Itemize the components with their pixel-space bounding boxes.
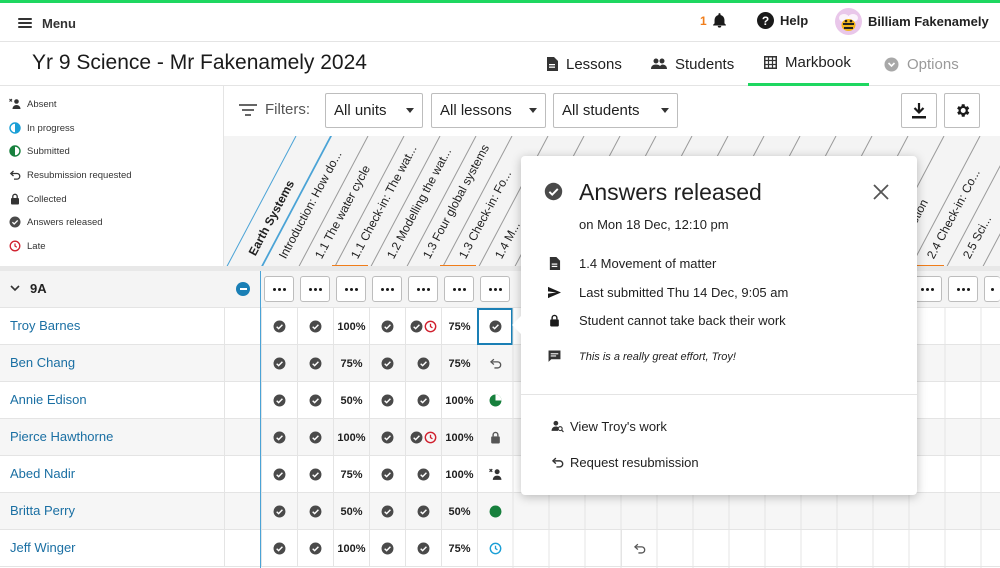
units-filter-select[interactable]: All units: [325, 93, 423, 128]
chevron-down-icon: [10, 285, 20, 292]
tab-options-label: Options: [907, 55, 959, 73]
comment-icon: [548, 350, 561, 362]
submission-detail-popover: Answers released on Mon 18 Dec, 12:10 pm…: [512, 156, 917, 495]
gear-icon: [956, 104, 969, 117]
legend-in-progress: In progress: [9, 120, 75, 136]
column-options-button[interactable]: [372, 276, 402, 302]
legend-late: Late: [9, 238, 46, 254]
lock-icon: [11, 193, 19, 205]
tab-students-label: Students: [675, 55, 735, 73]
chevron-down-icon: [406, 108, 414, 113]
column-options-button[interactable]: [948, 276, 978, 302]
legend-absent: Absent: [9, 96, 57, 112]
tab-markbook-label: Markbook: [785, 54, 851, 71]
tab-lessons-label: Lessons: [566, 55, 622, 73]
popover-divider: [521, 394, 917, 395]
legend-resubmission: Resubmission requested: [9, 167, 132, 183]
unit-divider: [260, 271, 261, 568]
column-options-button[interactable]: [984, 276, 1000, 302]
collapse-unit-button[interactable]: [236, 282, 250, 296]
popover-title: Answers released: [579, 179, 762, 205]
minus-icon: [239, 288, 247, 290]
hamburger-icon: [18, 18, 32, 28]
page-header: Yr 9 Science - Mr Fakenamely 2024 Lesson…: [0, 42, 1000, 86]
tab-markbook[interactable]: Markbook: [748, 42, 869, 86]
help-icon: ?: [757, 12, 774, 29]
user-menu[interactable]: Billiam Fakenamely: [835, 8, 989, 35]
document-icon: [547, 57, 558, 71]
in-progress-icon: [9, 122, 21, 134]
released-date: on Mon 18 Dec, 12:10 pm: [579, 217, 729, 232]
check-circle-icon: [9, 216, 21, 228]
popover-arrow: [512, 316, 521, 334]
column-options-button[interactable]: [480, 276, 510, 302]
class-name: 9A: [30, 281, 47, 296]
filters-label: Filters:: [239, 101, 310, 118]
view-work-link[interactable]: View Troy's work: [551, 419, 667, 434]
submitted-icon: [9, 145, 21, 157]
legend-answers-released: Answers released: [9, 214, 103, 230]
students-filter-select[interactable]: All students: [553, 93, 678, 128]
tab-lessons[interactable]: Lessons: [546, 42, 622, 86]
tab-options[interactable]: Options: [884, 42, 959, 86]
notification-count: 1: [700, 13, 707, 28]
column-options-button[interactable]: [444, 276, 474, 302]
class-toggle[interactable]: 9A: [10, 281, 47, 296]
notifications-button[interactable]: 1: [700, 12, 728, 29]
resubmit-icon: [551, 457, 564, 468]
lessons-filter-select[interactable]: All lessons: [431, 93, 546, 128]
column-options-button[interactable]: [264, 276, 294, 302]
menu-label: Menu: [42, 15, 76, 31]
lesson-line: 1.4 Movement of matter: [548, 256, 716, 271]
comment-line: This is a really great effort, Troy!: [548, 350, 736, 363]
submitted-line: Last submitted Thu 14 Dec, 9:05 am: [548, 285, 788, 300]
tab-students[interactable]: Students: [651, 42, 734, 86]
people-icon: [651, 58, 667, 69]
bell-icon: [712, 13, 726, 28]
teacher-comment: This is a really great effort, Troy!: [579, 350, 736, 363]
user-name: Billiam Fakenamely: [868, 14, 989, 29]
download-button[interactable]: [901, 93, 937, 128]
document-icon: [549, 257, 561, 270]
column-options-button[interactable]: [408, 276, 438, 302]
resubmit-icon: [9, 170, 21, 180]
person-search-icon: [551, 420, 564, 433]
menu-button[interactable]: Menu: [18, 12, 76, 34]
download-icon: [912, 102, 926, 118]
filter-icon: [239, 103, 257, 116]
column-options-button[interactable]: [336, 276, 366, 302]
request-resubmission-label: Request resubmission: [570, 455, 699, 470]
chevron-down-icon: [529, 108, 537, 113]
close-icon[interactable]: [872, 183, 890, 201]
filter-bar: Filters: All units All lessons All stude…: [224, 86, 1000, 136]
top-bar: Menu 1 ? Help Billiam Fakenamely: [0, 0, 1000, 42]
absent-icon: [9, 98, 21, 109]
last-submitted: Last submitted Thu 14 Dec, 9:05 am: [579, 285, 789, 300]
lock-icon: [550, 314, 559, 327]
column-options-button[interactable]: [300, 276, 330, 302]
late-clock-icon: [9, 240, 21, 252]
chevron-circle-icon: [884, 57, 899, 71]
legend-submitted: Submitted: [9, 143, 70, 159]
lesson-name: 1.4 Movement of matter: [579, 256, 717, 271]
request-resubmission-link[interactable]: Request resubmission: [551, 455, 699, 470]
chevron-down-icon: [661, 108, 669, 113]
lock-note: Student cannot take back their work: [579, 313, 786, 328]
grid-icon: [764, 56, 777, 69]
bee-avatar-icon: [835, 8, 862, 35]
page-title: Yr 9 Science - Mr Fakenamely 2024: [32, 51, 367, 74]
help-label: Help: [780, 13, 809, 28]
check-circle-icon: [544, 182, 563, 201]
send-icon: [548, 286, 561, 299]
lock-line: Student cannot take back their work: [548, 313, 786, 328]
legend-collected: Collected: [9, 191, 67, 207]
status-legend: Absent In progress Submitted Resubmissio…: [0, 86, 224, 266]
settings-button[interactable]: [944, 93, 980, 128]
view-work-label: View Troy's work: [570, 419, 667, 434]
help-button[interactable]: ? Help: [757, 12, 808, 29]
